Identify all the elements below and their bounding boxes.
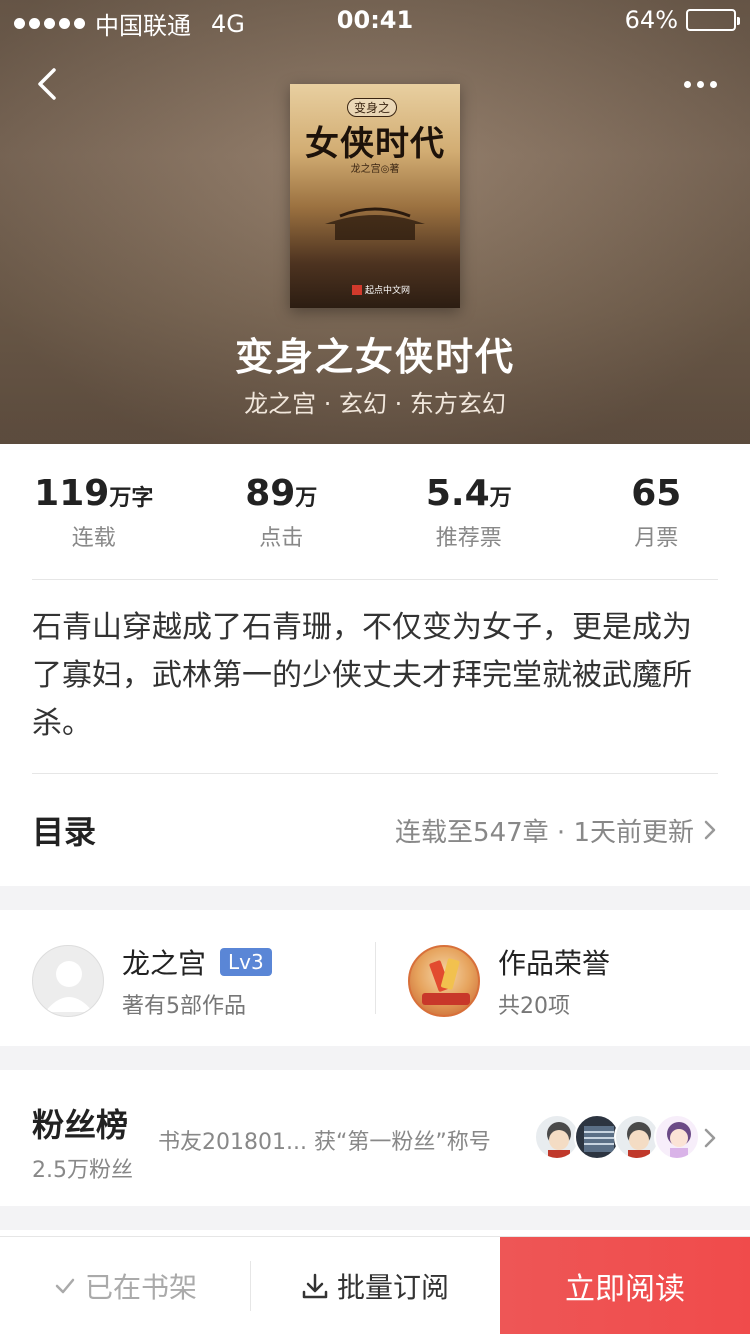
more-dots-icon <box>683 80 691 88</box>
book-title: 变身之女侠时代 <box>234 334 515 379</box>
stat-label: 月票 <box>634 526 679 551</box>
author-level-badge: Lv3 <box>220 948 272 976</box>
work-honors[interactable]: 作品荣誉 共20项 <box>408 942 610 1020</box>
author-info[interactable]: 龙之宫 Lv3 著有5部作品 <box>32 942 272 1020</box>
cover-badge: 变身之 <box>347 98 398 117</box>
download-icon <box>302 1273 328 1299</box>
check-icon <box>55 1278 75 1294</box>
stat-value: 65 <box>631 473 682 514</box>
fans-title: 粉丝榜 <box>32 1106 129 1144</box>
batch-subscribe-label: 批量订阅 <box>336 1271 449 1304</box>
book-cover[interactable]: 变身之 女侠时代 龙之宫◎著 起点中文网 <box>290 84 460 308</box>
divider <box>32 579 718 580</box>
top-fan-message: 书友201801... 获“第一粉丝”称号 <box>158 1130 491 1155</box>
stat-words: 119万字 连载 <box>0 472 188 552</box>
stat-value: 119 <box>34 473 110 514</box>
fans-summary: 粉丝榜 2.5万粉丝 <box>32 1100 133 1184</box>
fans-count: 2.5万粉丝 <box>32 1158 133 1183</box>
stat-label: 推荐票 <box>435 526 502 551</box>
divider <box>375 942 376 1014</box>
more-button[interactable] <box>678 70 722 98</box>
stat-clicks: 89万 点击 <box>188 472 376 552</box>
stat-unit: 万 <box>295 486 318 511</box>
stat-monthly[interactable]: 65 月票 <box>563 472 750 552</box>
chevron-right-icon <box>704 820 716 840</box>
status-bar: 中国联通 4G 00:41 64% <box>0 0 750 40</box>
stat-label: 点击 <box>259 526 304 551</box>
read-now-label: 立即阅读 <box>565 1272 685 1307</box>
stat-unit: 万 <box>489 486 512 511</box>
honor-count: 共20项 <box>498 994 570 1019</box>
catalog-status: 连载至547章 · 1天前更新 <box>395 817 694 848</box>
in-bookshelf-label: 已在书架 <box>84 1271 197 1304</box>
cover-author: 龙之宫◎著 <box>350 164 400 175</box>
battery-percent: 64% <box>624 6 678 34</box>
battery-icon <box>686 9 740 31</box>
stat-recommend[interactable]: 5.4万 推荐票 <box>375 472 563 552</box>
author-honor-card: 龙之宫 Lv3 著有5部作品 作品荣誉 共20项 <box>0 910 750 1046</box>
stat-value: 5.4 <box>425 473 490 514</box>
fan-avatar-group <box>534 1114 700 1160</box>
book-summary[interactable]: 石青山穿越成了石青珊，不仅变为女子，更是成为了寡妇，武林第一的少侠丈夫才拜完堂就… <box>32 604 718 748</box>
chevron-right-icon <box>704 1128 716 1148</box>
book-meta[interactable]: 龙之宫 · 玄幻 · 东方玄幻 <box>0 384 750 419</box>
back-button[interactable] <box>30 62 70 106</box>
batch-subscribe-button[interactable]: 批量订阅 <box>250 1237 500 1334</box>
read-now-button[interactable]: 立即阅读 <box>500 1237 750 1334</box>
honor-title: 作品荣誉 <box>498 947 611 980</box>
status-right: 64% <box>624 6 740 34</box>
honor-medal-art <box>422 958 470 1005</box>
cover-title: 女侠时代 <box>305 124 445 164</box>
chevron-left-icon <box>38 68 56 100</box>
temple-illustration <box>325 207 425 240</box>
stats-row: 119万字 连载 89万 点击 5.4万 推荐票 65 月票 <box>0 472 750 552</box>
book-header: 中国联通 4G 00:41 64% 变身之 女侠时代 龙之宫◎著 起点中文网 变… <box>0 0 750 444</box>
publisher-logo-icon <box>352 284 362 295</box>
catalog-title: 目录 <box>32 813 97 851</box>
author-works: 著有5部作品 <box>122 994 246 1019</box>
honor-medal-icon <box>408 945 480 1017</box>
catalog-info: 连载至547章 · 1天前更新 <box>395 812 718 849</box>
bottom-action-bar: 已在书架 批量订阅 立即阅读 <box>0 1236 750 1334</box>
stat-label: 连载 <box>71 526 116 551</box>
in-bookshelf-button[interactable]: 已在书架 <box>0 1237 250 1334</box>
author-avatar <box>32 945 104 1017</box>
fans-ranking-card[interactable]: 粉丝榜 2.5万粉丝 书友201801... 获“第一粉丝”称号 <box>0 1070 750 1206</box>
catalog-row[interactable]: 目录 连载至547章 · 1天前更新 <box>32 774 718 886</box>
stat-unit: 万字 <box>109 486 154 511</box>
cover-publisher: 起点中文网 <box>352 283 410 296</box>
default-avatar-icon <box>45 961 93 1012</box>
fan-avatar <box>654 1114 700 1160</box>
book-info-card: 119万字 连载 89万 点击 5.4万 推荐票 65 月票 石青山穿越成了石青… <box>0 444 750 886</box>
stat-value: 89 <box>245 473 296 514</box>
author-name: 龙之宫 <box>122 947 207 980</box>
